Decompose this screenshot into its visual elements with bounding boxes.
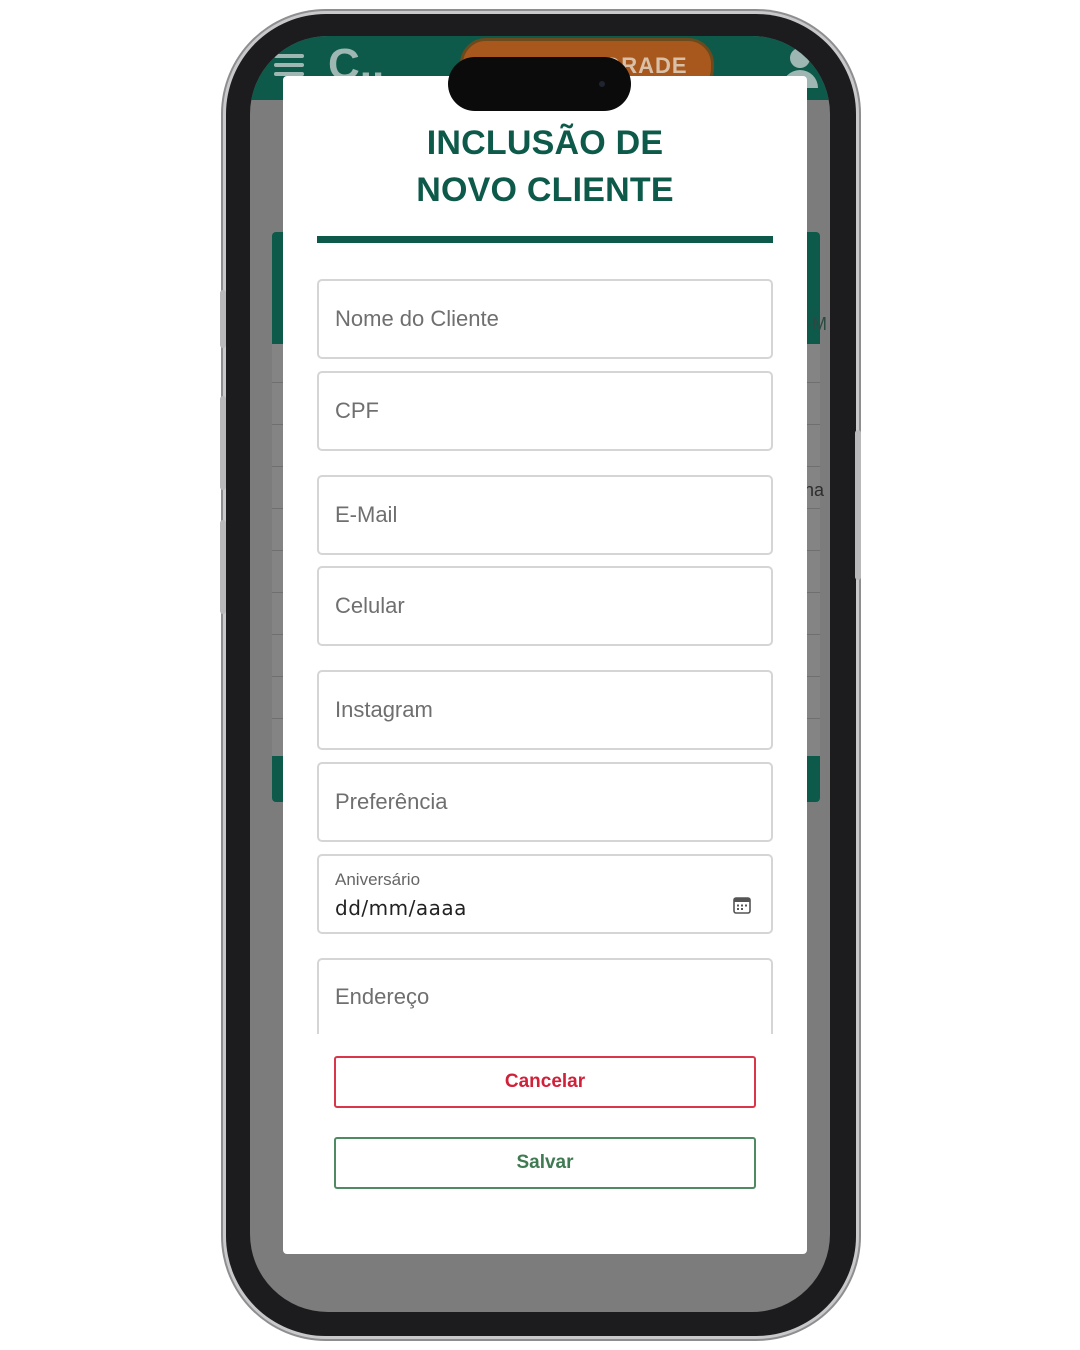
cancel-button[interactable]: Cancelar (334, 1056, 756, 1108)
instagram-input[interactable] (319, 672, 771, 748)
new-client-modal: INCLUSÃO DE NOVO CLIENTE Aniversário dd/… (283, 76, 807, 1254)
save-button[interactable]: Salvar (334, 1137, 756, 1189)
client-name-field[interactable] (317, 279, 773, 359)
phone-silent-switch (220, 290, 226, 348)
background-partial-text: na (804, 480, 825, 500)
address-field[interactable] (317, 958, 773, 1034)
email-field[interactable] (317, 475, 773, 555)
birthday-label: Aniversário (335, 870, 421, 889)
cpf-field[interactable] (317, 371, 773, 451)
cpf-input[interactable] (319, 373, 771, 449)
calendar-icon[interactable] (733, 896, 751, 914)
client-name-input[interactable] (319, 281, 771, 357)
title-divider (317, 236, 773, 243)
preference-input[interactable] (319, 764, 771, 840)
address-input[interactable] (319, 960, 771, 1034)
phone-input[interactable] (319, 568, 771, 644)
background-partial-text: -M (806, 314, 827, 334)
dynamic-island (448, 57, 631, 111)
phone-field[interactable] (317, 566, 773, 646)
modal-title: INCLUSÃO DE NOVO CLIENTE (416, 124, 674, 209)
birthday-input[interactable]: dd/mm/aaaa (335, 896, 467, 920)
phone-volume-down (220, 520, 226, 614)
phone-power-button (855, 430, 861, 580)
instagram-field[interactable] (317, 670, 773, 750)
phone-volume-up (220, 396, 226, 490)
birthday-field[interactable]: Aniversário dd/mm/aaaa (317, 854, 773, 934)
preference-field[interactable] (317, 762, 773, 842)
email-input[interactable] (319, 477, 771, 553)
